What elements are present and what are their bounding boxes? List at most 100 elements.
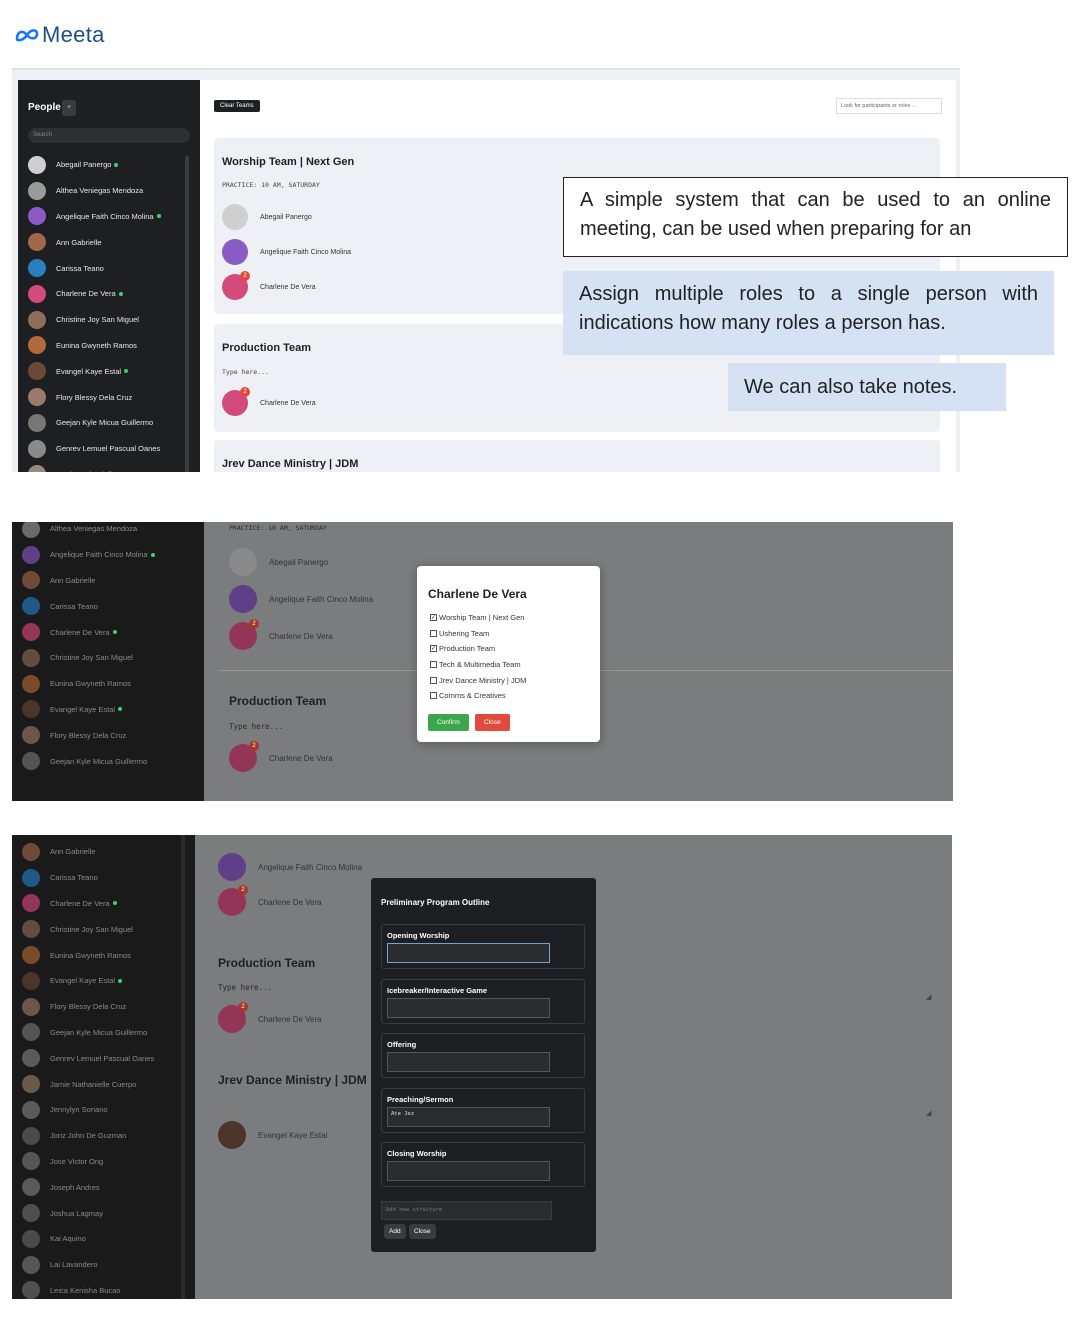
person-item[interactable]: Joseph Andres xyxy=(22,1174,182,1200)
role-checkbox[interactable]: Ushering Team xyxy=(430,626,526,642)
avatar xyxy=(28,310,46,329)
person-item[interactable]: Christine Joy San Miguel xyxy=(22,645,182,671)
person-name: Joriz John De Guzman xyxy=(50,1131,127,1141)
person-item[interactable]: Eunina Gwyneth Ramos xyxy=(22,942,182,968)
resize-grip-icon[interactable]: ◢ xyxy=(926,1109,931,1117)
role-checkbox[interactable]: Tech & Multimedia Team xyxy=(430,657,526,673)
person-item[interactable]: Flory Blessy Dela Cruz xyxy=(28,384,188,410)
confirm-button[interactable]: Confirm xyxy=(428,714,469,731)
avatar xyxy=(22,726,40,745)
add-button[interactable]: Add xyxy=(384,1224,406,1239)
person-item[interactable]: Althea Veniegas Mendoza xyxy=(22,522,182,542)
person-name: Leica Kenisha Bucao xyxy=(50,1285,121,1295)
people-scrollbar[interactable] xyxy=(185,156,189,472)
person-item[interactable]: Jennylyn Soriano xyxy=(22,1097,182,1123)
person-item[interactable]: Evangel Kaye Estal xyxy=(22,968,182,994)
person-item[interactable]: Charlene De Vera xyxy=(22,619,182,645)
person-item[interactable]: Charlene De Vera xyxy=(22,891,182,917)
section-textarea[interactable] xyxy=(387,1052,550,1072)
person-item[interactable]: Lai Lavandero xyxy=(22,1252,182,1278)
person-item[interactable]: Genrev Lemuel Pascual Oanes xyxy=(28,436,188,462)
person-item[interactable]: Evangel Kaye Estal xyxy=(28,358,188,384)
person-name: Carissa Teano xyxy=(50,601,98,611)
team-note[interactable]: PRACTICE: 10 AM, SATURDAY xyxy=(222,181,320,189)
checked-box-icon[interactable]: ✓ xyxy=(430,614,437,622)
person-item[interactable]: Genrev Lemuel Pascual Oanes xyxy=(22,1045,182,1071)
person-item[interactable]: Joriz John De Guzman xyxy=(22,1123,182,1149)
person-item[interactable]: Carissa Teano xyxy=(22,593,182,619)
checked-box-icon[interactable]: ✓ xyxy=(430,645,437,653)
role-checkbox[interactable]: ✓ Worship Team | Next Gen xyxy=(430,610,526,626)
person-item[interactable]: Charlene De Vera xyxy=(28,281,188,307)
section-textarea[interactable]: Ate Jez xyxy=(387,1107,550,1127)
person-item[interactable]: Jamie Nathanielle Cuerpo xyxy=(22,1071,182,1097)
person-item[interactable]: Carissa Teano xyxy=(28,255,188,281)
person-item[interactable]: Angelique Faith Cinco Molina xyxy=(22,542,182,568)
person-item[interactable]: Jamie Nathanielle Cuerpo xyxy=(28,462,188,472)
section-textarea[interactable] xyxy=(387,943,550,963)
person-item[interactable]: Geejan Kyle Micua Guillermo xyxy=(22,1020,182,1046)
section-textarea[interactable] xyxy=(387,998,550,1018)
online-status-dot xyxy=(118,978,123,983)
team-note[interactable]: Type here... xyxy=(222,368,269,376)
person-name: Carissa Teano xyxy=(56,263,104,273)
person-item[interactable]: Geejan Kyle Micua Guillermo xyxy=(28,410,188,436)
resize-grip-icon[interactable]: ◢ xyxy=(926,993,931,1001)
person-item[interactable]: Eunina Gwyneth Ramos xyxy=(22,671,182,697)
person-item[interactable]: Joshua Lagmay xyxy=(22,1200,182,1226)
people-scrollbar[interactable] xyxy=(181,835,185,1299)
person-name: Kai Aquino xyxy=(50,1234,86,1244)
team-member[interactable]: Abegail Panergo xyxy=(222,204,312,230)
close-button[interactable]: Close xyxy=(475,714,510,731)
person-item[interactable]: Geejan Kyle Micua Guillermo xyxy=(22,748,182,774)
team-note: PRACTICE: 10 AM, SATURDAY xyxy=(229,524,327,532)
person-item[interactable]: Leica Kenisha Bucao xyxy=(22,1278,182,1299)
person-item[interactable]: Jose Victor Ong xyxy=(22,1149,182,1175)
person-item[interactable]: Ann Gabrielle xyxy=(28,229,188,255)
meta-infinity-icon xyxy=(15,29,39,42)
unchecked-box-icon[interactable] xyxy=(430,676,437,684)
person-name: Ann Gabrielle xyxy=(50,575,96,585)
team-member: Abegail Panergo xyxy=(229,548,328,576)
avatar xyxy=(28,155,46,174)
section-textarea[interactable] xyxy=(387,1161,550,1181)
team-member[interactable]: 2 Charlene De Vera xyxy=(222,271,316,300)
role-checkbox[interactable]: ✓ Production Team xyxy=(430,641,526,657)
person-item[interactable]: Ann Gabrielle xyxy=(22,839,182,865)
avatar xyxy=(28,284,46,303)
role-checkbox[interactable]: Jrev Dance Ministry | JDM xyxy=(430,672,526,688)
team-member[interactable]: 2 Charlene De Vera xyxy=(222,387,316,416)
unchecked-box-icon[interactable] xyxy=(430,661,437,669)
participant-search-input[interactable]: Look for participants or roles .. xyxy=(836,98,942,114)
team-note: Type here... xyxy=(218,983,273,992)
person-item[interactable]: Carissa Teano xyxy=(22,865,182,891)
role-count-badge: 2 xyxy=(240,387,250,397)
role-checkbox[interactable]: Comms & Creatives xyxy=(430,688,526,704)
add-person-button[interactable]: + xyxy=(62,100,76,116)
person-name: Christine Joy San Miguel xyxy=(50,653,133,663)
close-button[interactable]: Close xyxy=(409,1224,436,1239)
person-item[interactable]: Flory Blessy Dela Cruz xyxy=(22,994,182,1020)
person-item[interactable]: Ann Gabrielle xyxy=(22,568,182,594)
avatar: 2 xyxy=(222,271,250,300)
person-name: Jennylyn Soriano xyxy=(50,1105,108,1115)
person-name: Flory Blessy Dela Cruz xyxy=(50,1002,127,1012)
person-name: Charlene De Vera xyxy=(50,898,110,908)
person-item[interactable]: Abegail Panergo xyxy=(28,152,188,178)
person-item[interactable]: Christine Joy San Miguel xyxy=(22,916,182,942)
role-label: Jrev Dance Ministry | JDM xyxy=(439,675,527,685)
person-item[interactable]: Eunina Gwyneth Ramos xyxy=(28,333,188,359)
people-search-input[interactable]: Search xyxy=(28,128,190,143)
member-name: Angelique Faith Cinco Molina xyxy=(269,594,374,604)
person-item[interactable]: Kai Aquino xyxy=(22,1226,182,1252)
person-item[interactable]: Evangel Kaye Estal xyxy=(22,697,182,723)
person-item[interactable]: Flory Blessy Dela Cruz xyxy=(22,722,182,748)
person-item[interactable]: Angelique Faith Cinco Molina xyxy=(28,204,188,230)
new-structure-input[interactable]: Add new structure xyxy=(381,1201,552,1220)
clear-teams-button[interactable]: Clear Teams xyxy=(214,100,260,112)
person-item[interactable]: Christine Joy San Miguel xyxy=(28,307,188,333)
team-member[interactable]: Angelique Faith Cinco Molina xyxy=(222,239,351,265)
unchecked-box-icon[interactable] xyxy=(430,692,437,700)
unchecked-box-icon[interactable] xyxy=(430,629,437,637)
person-item[interactable]: Althea Veniegas Mendoza xyxy=(28,178,188,204)
